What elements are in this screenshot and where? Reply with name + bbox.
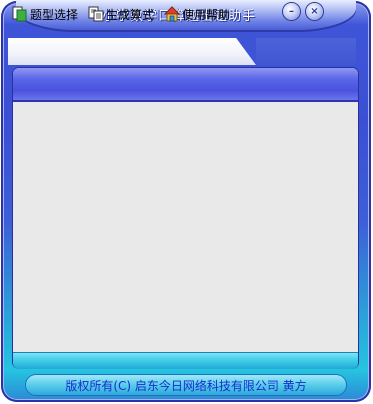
menu-item-question-type[interactable]: 题型选择: [12, 5, 78, 23]
menu-item-label: 使用帮助: [182, 7, 231, 22]
menu-item-label: 生成算式: [106, 7, 155, 22]
menu-item-label: 题型选择: [30, 7, 79, 22]
home-icon: [163, 6, 181, 22]
close-button[interactable]: ×: [306, 3, 323, 20]
content-panel-header: [13, 68, 358, 102]
content-panel-footer: [13, 352, 358, 369]
copyright-text: 版权所有(C) 启东今日网络科技有限公司 黄方: [65, 379, 307, 393]
minimize-button[interactable]: –: [283, 3, 300, 20]
menu-item-help[interactable]: 使用帮助: [163, 5, 231, 23]
menu-bar-filler: [256, 38, 356, 65]
content-panel: [13, 68, 358, 368]
menu-item-generate[interactable]: 生成算式: [88, 5, 154, 23]
menu-bar: [8, 38, 256, 65]
copy-documents-icon: [88, 6, 104, 22]
document-green-icon: [12, 6, 28, 22]
status-bar: 版权所有(C) 启东今日网络科技有限公司 黄方: [26, 375, 346, 395]
